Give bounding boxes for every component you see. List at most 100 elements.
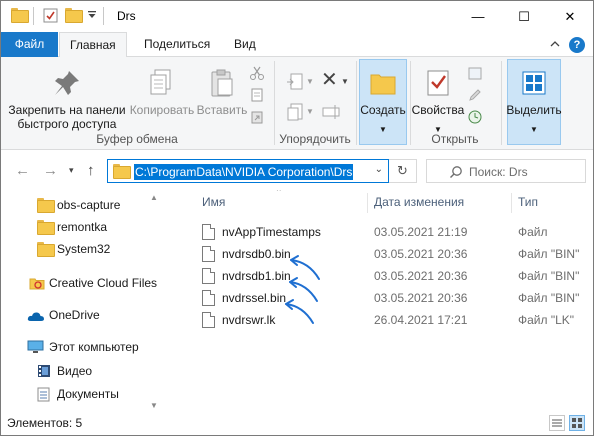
properties-button[interactable]: Свойства ▼ <box>411 67 465 137</box>
folder-icon <box>37 242 55 258</box>
minimize-button[interactable]: — <box>455 1 501 32</box>
nav-item-label: Документы <box>57 387 119 401</box>
nav-item-label: OneDrive <box>49 308 100 322</box>
back-arrow-icon[interactable]: ← <box>15 162 30 179</box>
nav-item-obs-capture[interactable]: obs-capture <box>1 194 161 216</box>
nav-item-label: Видео <box>57 364 93 378</box>
paste-label: Вставить <box>196 103 248 117</box>
properties-check-icon[interactable] <box>43 8 58 23</box>
new-folder-icon[interactable] <box>65 8 83 23</box>
nav-item-label: obs-capture <box>57 198 121 212</box>
recent-locations-chevron-icon[interactable]: ▾ <box>69 165 74 176</box>
address-path[interactable]: C:\ProgramData\NVIDIA Corporation\Drs <box>134 164 354 180</box>
delete-icon[interactable]: ✕ <box>321 69 338 91</box>
nav-item-creative-cloud[interactable]: Creative Cloud Files <box>1 272 161 294</box>
chevron-down-icon[interactable]: ⌄ <box>375 164 383 175</box>
creative-cloud-icon <box>29 276 45 290</box>
folder-icon <box>37 220 55 236</box>
pin-to-quick-access-button[interactable]: Закрепить на панели быстрого доступа <box>6 67 128 131</box>
paste-icon <box>206 67 238 99</box>
explorer-window: Drs — ☐ ✕ Файл Главная Поделиться Вид ? … <box>0 0 594 436</box>
pin-icon <box>51 67 83 99</box>
nav-item-this-pc[interactable]: Этот компьютер <box>1 336 161 358</box>
create-label: Создать <box>360 103 406 117</box>
chevron-down-icon: ▼ <box>530 125 538 134</box>
window-title: Drs <box>117 9 136 23</box>
chevron-down-icon[interactable]: ▼ <box>306 77 314 86</box>
nav-item-system32[interactable]: System32 <box>1 238 161 260</box>
nav-item-onedrive[interactable]: OneDrive <box>1 304 161 326</box>
maximize-button[interactable]: ☐ <box>501 1 547 32</box>
item-count: Элементов: 5 <box>7 416 83 430</box>
copy-label: Копировать <box>129 103 195 117</box>
up-arrow-icon[interactable]: ↑ <box>87 162 95 179</box>
navigation-pane: obs-capture remontka System32 Creative C… <box>1 190 161 412</box>
search-placeholder: Поиск: Drs <box>469 165 528 179</box>
scroll-up-icon[interactable]: ▲ <box>150 193 158 202</box>
rename-icon[interactable] <box>321 101 343 123</box>
cut-icon[interactable] <box>249 65 265 81</box>
chevron-down-icon[interactable]: ▼ <box>341 77 349 86</box>
nav-item-remontka[interactable]: remontka <box>1 216 161 238</box>
documents-icon <box>37 387 51 402</box>
nav-item-label: Creative Cloud Files <box>49 276 158 290</box>
tab-view[interactable]: Вид <box>224 32 266 57</box>
copy-to-icon[interactable] <box>285 101 307 123</box>
large-icons-view-icon[interactable] <box>569 415 585 431</box>
nav-item-label: Этот компьютер <box>49 340 139 354</box>
file-list: ⌃ Имя Дата изменения Тип nvAppTimestamps… <box>169 190 593 412</box>
address-row: ← → ▾ ↑ C:\ProgramData\NVIDIA Corporatio… <box>1 150 593 190</box>
nav-item-label: remontka <box>57 220 108 234</box>
chevron-up-icon[interactable] <box>549 38 561 50</box>
edit-icon[interactable] <box>467 87 483 103</box>
group-organize-label: Упорядочить <box>279 132 351 146</box>
address-bar[interactable]: C:\ProgramData\NVIDIA Corporation\Drs ⌄ <box>107 159 389 183</box>
computer-icon <box>27 340 44 354</box>
tab-share[interactable]: Поделиться <box>134 32 220 57</box>
properties-icon <box>422 67 454 99</box>
select-button[interactable]: Выделить ▼ <box>505 67 563 137</box>
search-icon <box>449 165 463 179</box>
details-view-icon[interactable] <box>549 415 565 431</box>
pin-label-line1: Закрепить на панели <box>8 103 126 117</box>
onedrive-icon <box>27 311 45 322</box>
move-to-icon[interactable] <box>285 71 307 93</box>
history-icon[interactable] <box>467 109 483 125</box>
customize-toolbar-icon[interactable] <box>87 10 97 20</box>
search-box[interactable]: Поиск: Drs <box>426 159 586 183</box>
tab-home[interactable]: Главная <box>59 32 127 58</box>
chevron-down-icon[interactable]: ▼ <box>306 107 314 116</box>
folder-icon <box>113 164 131 180</box>
chevron-down-icon: ▼ <box>379 125 387 134</box>
annotation-arrows <box>285 255 320 324</box>
properties-label: Свойства <box>411 103 465 117</box>
copy-path-icon[interactable] <box>249 87 265 103</box>
close-button[interactable]: ✕ <box>547 1 593 32</box>
paste-button[interactable]: Вставить <box>195 67 249 117</box>
title-bar: Drs — ☐ ✕ <box>1 1 593 32</box>
group-open-label: Открыть <box>431 132 479 146</box>
scroll-down-icon[interactable]: ▼ <box>150 401 158 410</box>
copy-button[interactable]: Копировать <box>127 67 197 117</box>
folder-icon <box>11 8 29 23</box>
group-clipboard-label: Буфер обмена <box>96 132 178 146</box>
refresh-button[interactable]: ↻ <box>389 159 417 183</box>
new-folder-icon <box>367 67 399 99</box>
select-all-icon <box>518 67 550 99</box>
copy-icon <box>146 67 178 99</box>
ribbon-tabs: Файл Главная Поделиться Вид ? <box>1 32 593 58</box>
help-button[interactable]: ? <box>569 37 585 53</box>
open-icon[interactable] <box>467 65 483 81</box>
nav-item-videos[interactable]: Видео <box>1 360 161 382</box>
nav-item-documents[interactable]: Документы <box>1 383 161 405</box>
forward-arrow-icon[interactable]: → <box>43 162 58 179</box>
paste-shortcut-icon[interactable] <box>249 109 265 125</box>
select-label: Выделить <box>506 103 562 117</box>
separator <box>33 7 34 25</box>
folder-icon <box>37 198 55 214</box>
ribbon: Закрепить на панели быстрого доступа Коп… <box>1 57 593 150</box>
tab-file[interactable]: Файл <box>1 32 58 57</box>
group-separator <box>501 61 502 145</box>
create-button[interactable]: Создать ▼ <box>358 67 408 137</box>
nav-scrollbar[interactable]: ▲ ▼ <box>149 190 159 412</box>
